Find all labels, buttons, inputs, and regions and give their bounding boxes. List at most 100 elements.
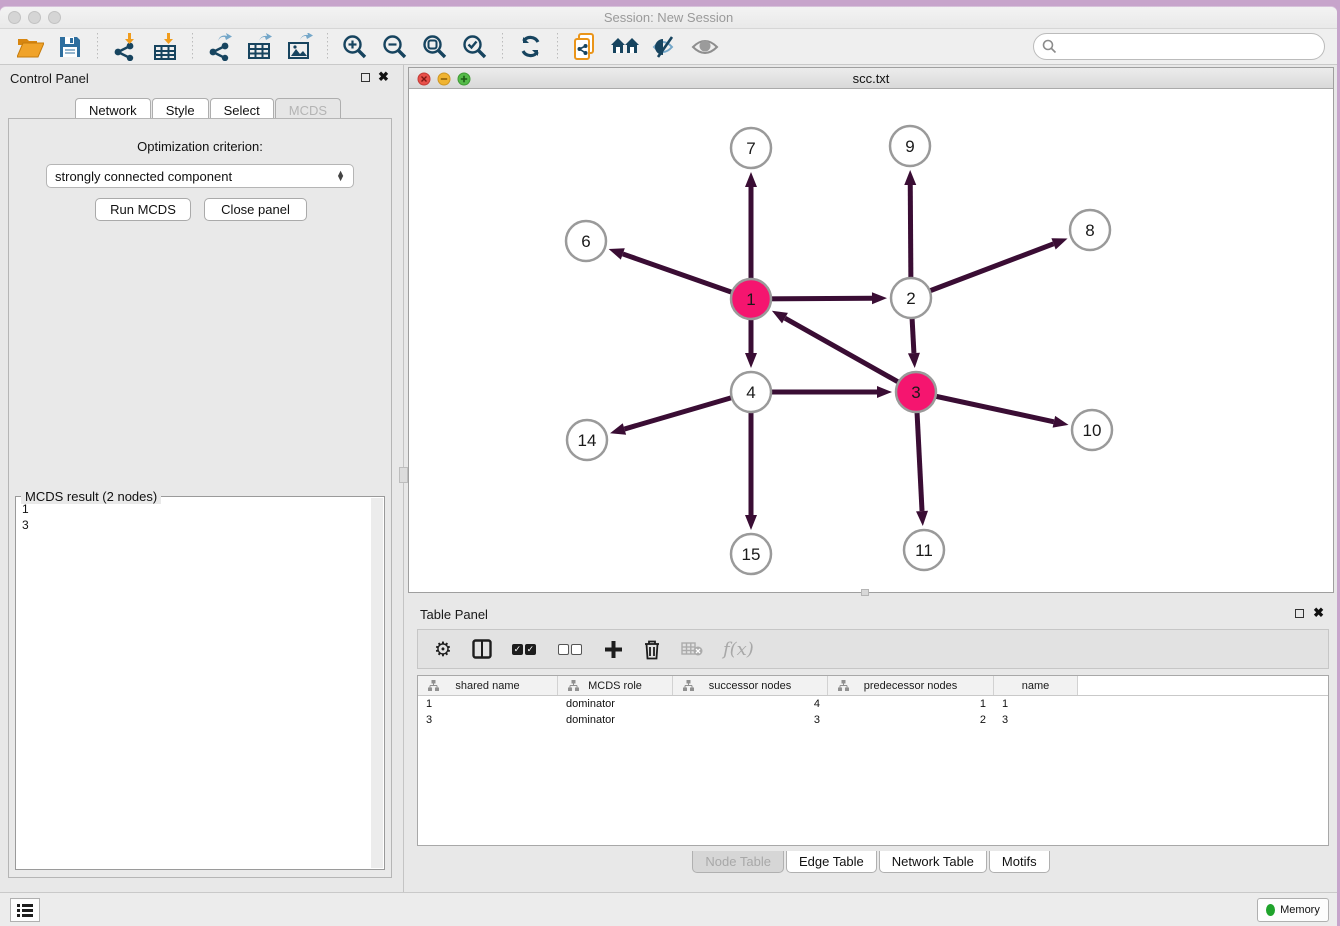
header-filler (1078, 676, 1328, 695)
cell-successor-nodes[interactable]: 4 (673, 698, 828, 710)
share-document-icon[interactable] (570, 32, 600, 62)
zoom-out-icon[interactable] (380, 32, 410, 62)
float-panel-icon[interactable] (361, 70, 370, 85)
memory-button[interactable]: Memory (1257, 898, 1329, 922)
graph-edge-arrowhead (609, 248, 625, 259)
column-header-name[interactable]: name (994, 676, 1078, 695)
panel-splitter-handle[interactable] (399, 467, 408, 483)
memory-label: Memory (1280, 904, 1320, 916)
hide-graphics-details-icon[interactable] (650, 32, 680, 62)
select-all-columns-icon[interactable]: ✓✓ (512, 644, 538, 655)
svg-text:9: 9 (905, 137, 914, 156)
table-row[interactable]: 3 dominator 3 2 3 (418, 712, 1328, 728)
graph-edge-arrowhead (1053, 416, 1069, 428)
graph-node-9[interactable]: 9 (890, 126, 930, 166)
run-mcds-button[interactable]: Run MCDS (95, 198, 191, 221)
graph-node-6[interactable]: 6 (566, 221, 606, 261)
window-resize-handle[interactable] (861, 589, 869, 596)
cell-mcds-role[interactable]: dominator (558, 698, 673, 710)
svg-text:3: 3 (911, 383, 920, 402)
save-session-icon[interactable] (55, 32, 85, 62)
graph-edge-arrowhead (772, 311, 788, 324)
search-field[interactable] (1033, 33, 1325, 60)
delete-table-icon[interactable] (681, 641, 703, 657)
graph-node-4[interactable]: 4 (731, 372, 771, 412)
export-network-icon[interactable] (205, 32, 235, 62)
graph-node-14[interactable]: 14 (567, 420, 607, 460)
graph-edge-2-8[interactable] (911, 244, 1054, 298)
export-image-icon[interactable] (285, 32, 315, 62)
import-network-icon[interactable] (110, 32, 140, 62)
mcds-result-item[interactable]: 3 (22, 517, 29, 533)
svg-text:8: 8 (1085, 221, 1094, 240)
column-header-shared-name[interactable]: shared name (418, 676, 558, 695)
mcds-result-item[interactable]: 1 (22, 501, 29, 517)
graph-node-15[interactable]: 15 (731, 534, 771, 574)
close-table-panel-icon[interactable]: ✖ (1313, 605, 1324, 621)
column-header-successor-nodes[interactable]: successor nodes (673, 676, 828, 695)
cell-predecessor-nodes[interactable]: 2 (828, 714, 994, 726)
network-graph: 1 2 3 4 6 7 8 9 10 11 14 15 (409, 89, 1335, 593)
graph-node-7[interactable]: 7 (731, 128, 771, 168)
column-header-mcds-role[interactable]: MCDS role (558, 676, 673, 695)
cell-name[interactable]: 3 (994, 714, 1078, 726)
svg-text:1: 1 (746, 290, 755, 309)
mcds-result-list[interactable]: 1 3 (22, 501, 29, 533)
graph-node-10[interactable]: 10 (1072, 410, 1112, 450)
task-history-button[interactable] (10, 898, 40, 922)
tab-motifs[interactable]: Motifs (989, 851, 1050, 873)
cell-name[interactable]: 1 (994, 698, 1078, 710)
export-table-icon[interactable] (245, 32, 275, 62)
graph-node-1[interactable]: 1 (731, 279, 771, 319)
criterion-dropdown[interactable]: strongly connected component ▲▼ (46, 164, 354, 188)
result-scrollbar[interactable] (371, 498, 383, 868)
show-graphics-details-icon[interactable] (690, 32, 720, 62)
list-icon (17, 903, 33, 917)
import-table-icon[interactable] (150, 32, 180, 62)
graph-edge-arrowhead (908, 353, 920, 368)
cell-shared-name[interactable]: 3 (418, 714, 558, 726)
graph-node-11[interactable]: 11 (904, 530, 944, 570)
main-toolbar (0, 29, 1337, 65)
graph-edge-arrowhead (904, 170, 916, 185)
mcds-result-box: MCDS result (2 nodes) 1 3 (15, 496, 385, 870)
graph-edge-arrowhead (872, 292, 887, 304)
refresh-icon[interactable] (515, 32, 545, 62)
add-column-icon[interactable] (604, 640, 623, 659)
tab-network-table[interactable]: Network Table (879, 851, 987, 873)
toggle-panel-icon[interactable] (472, 639, 492, 659)
cell-successor-nodes[interactable]: 3 (673, 714, 828, 726)
network-canvas[interactable]: 1 2 3 4 6 7 8 9 10 11 14 15 (409, 89, 1333, 592)
zoom-fit-icon[interactable] (420, 32, 450, 62)
graph-edge-arrowhead (745, 353, 757, 368)
delete-column-icon[interactable] (643, 639, 661, 660)
search-input[interactable] (1057, 38, 1324, 55)
function-builder-icon[interactable]: f(x) (723, 639, 754, 660)
zoom-in-icon[interactable] (340, 32, 370, 62)
zoom-selected-icon[interactable] (460, 32, 490, 62)
svg-text:7: 7 (746, 139, 755, 158)
mcds-panel: Optimization criterion: strongly connect… (8, 118, 392, 878)
tab-node-table[interactable]: Node Table (692, 851, 784, 873)
tab-edge-table[interactable]: Edge Table (786, 851, 877, 873)
dropdown-stepper-icon: ▲▼ (336, 171, 345, 181)
home-icon[interactable] (610, 32, 640, 62)
cell-shared-name[interactable]: 1 (418, 698, 558, 710)
table-row[interactable]: 1 dominator 4 1 1 (418, 696, 1328, 712)
table-header-row: shared name MCDS role successor nodes pr… (418, 676, 1328, 696)
close-panel-icon[interactable]: ✖ (378, 69, 389, 85)
graph-node-3[interactable]: 3 (896, 372, 936, 412)
graph-edge-3-1[interactable] (785, 318, 916, 392)
column-header-predecessor-nodes[interactable]: predecessor nodes (828, 676, 994, 695)
settings-gear-icon[interactable]: ⚙ (434, 637, 452, 662)
float-table-panel-icon[interactable] (1295, 606, 1304, 621)
close-panel-button[interactable]: Close panel (204, 198, 307, 221)
deselect-all-columns-icon[interactable]: ✓✓ (558, 644, 584, 655)
cell-mcds-role[interactable]: dominator (558, 714, 673, 726)
svg-text:14: 14 (578, 431, 597, 450)
open-session-icon[interactable] (15, 32, 45, 62)
graph-node-2[interactable]: 2 (891, 278, 931, 318)
graph-node-8[interactable]: 8 (1070, 210, 1110, 250)
network-window-titlebar: scc.txt (409, 68, 1333, 89)
cell-predecessor-nodes[interactable]: 1 (828, 698, 994, 710)
